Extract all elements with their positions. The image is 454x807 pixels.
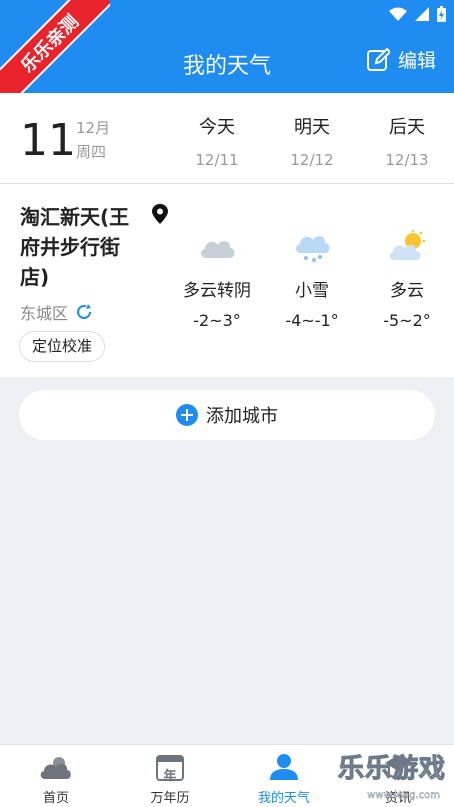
city-name: 淘汇新天(王府井步行街店) <box>20 205 130 289</box>
day-date: 12/13 <box>385 151 429 169</box>
nav-calendar[interactable]: 年 万年历 <box>130 751 210 806</box>
cloudy-icon <box>200 241 235 258</box>
battery-icon <box>437 6 446 22</box>
partly-cloudy-icon <box>389 230 425 260</box>
month-label: 12月 <box>76 119 111 137</box>
day-column-tomorrow: 明天 12/12 <box>272 113 352 169</box>
nav-home[interactable]: 首页 <box>16 751 96 806</box>
edit-button[interactable]: 编辑 <box>366 46 436 73</box>
edit-label: 编辑 <box>397 50 436 72</box>
wifi-icon <box>389 7 407 21</box>
day-date: 12/12 <box>290 151 334 169</box>
weekday-label: 周四 <box>76 143 107 161</box>
day-label: 明天 <box>294 117 330 138</box>
forecast-temp: -4~-1° <box>285 311 339 330</box>
day-number: 11 <box>20 115 76 166</box>
district-row: 东城区 <box>20 300 94 324</box>
nav-label: 首页 <box>42 791 69 806</box>
user-icon <box>270 754 298 780</box>
nav-my-weather[interactable]: 我的天气 <box>244 751 324 806</box>
plus-circle-icon <box>176 404 198 426</box>
forecast-condition: 多云 <box>390 281 424 301</box>
day-label: 今天 <box>199 117 235 138</box>
forecast-today: 多云转阴 -2~3° <box>172 226 262 330</box>
signal-icon <box>415 7 429 21</box>
day-column-after-tomorrow: 后天 12/13 <box>367 113 447 169</box>
watermark-text: 乐乐游戏 <box>337 754 446 785</box>
refresh-icon[interactable] <box>74 302 94 322</box>
snow-icon <box>295 236 330 262</box>
nav-label: 万年历 <box>150 791 190 806</box>
day-date: 12/11 <box>195 151 239 169</box>
forecast-temp: -5~2° <box>383 311 431 330</box>
status-bar-icons <box>389 6 446 22</box>
day-column-today: 今天 12/11 <box>177 113 257 169</box>
forecast-condition: 多云转阴 <box>183 281 251 301</box>
nav-label: 我的天气 <box>257 791 310 806</box>
forecast-tomorrow: 小雪 -4~-1° <box>267 226 357 330</box>
day-label: 后天 <box>389 117 425 138</box>
watermark-url: www.leeg.com <box>367 790 440 801</box>
watermark: 乐乐游戏 www.leeg.com <box>334 753 450 803</box>
location-pin-icon <box>152 204 168 224</box>
district-label: 东城区 <box>20 304 69 323</box>
add-city-button[interactable]: 添加城市 <box>19 390 435 440</box>
forecast-condition: 小雪 <box>295 281 329 301</box>
edit-icon <box>366 47 390 71</box>
forecast-temp: -2~3° <box>193 311 241 330</box>
home-weather-icon <box>40 757 71 779</box>
add-city-label: 添加城市 <box>206 406 278 427</box>
calendar-glyph: 年 <box>163 769 177 784</box>
forecast-after-tomorrow: 多云 -5~2° <box>362 226 452 330</box>
date-header: 11 12月 周四 今天 12/11 明天 12/12 后天 12/13 <box>0 93 454 183</box>
calibrate-location-button[interactable]: 定位校准 <box>19 331 106 362</box>
city-weather-card[interactable]: 淘汇新天(王府井步行街店) 东城区 定位校准 多云转阴 -2~3° 小雪 -4~… <box>0 184 454 377</box>
